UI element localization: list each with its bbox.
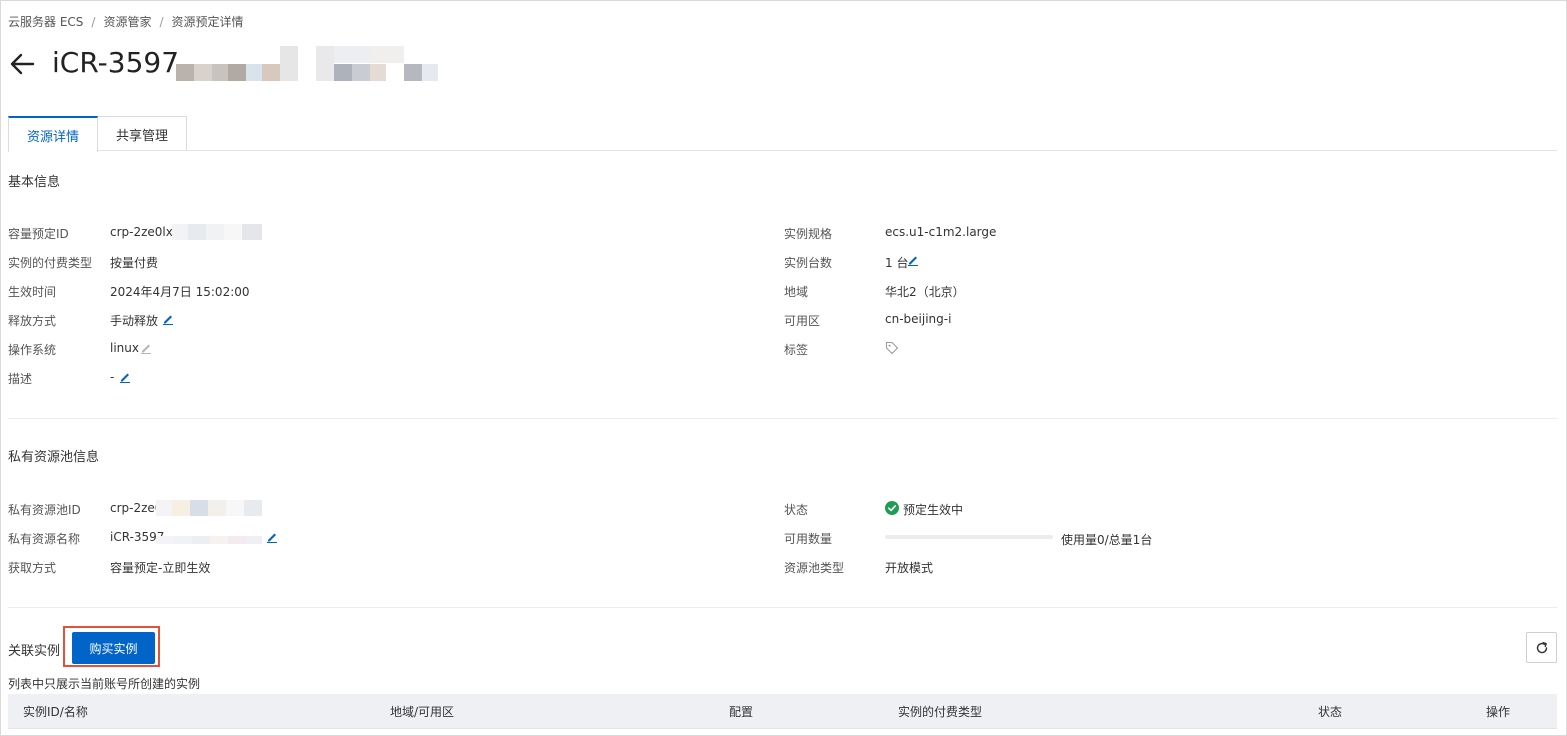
- breadcrumb-item-current: 资源预定详情: [171, 15, 244, 29]
- refresh-button[interactable]: [1526, 632, 1557, 663]
- section-title-basic-info: 基本信息: [8, 175, 61, 190]
- buy-instance-button[interactable]: 购买实例: [72, 632, 155, 664]
- tag-icon[interactable]: [885, 341, 899, 355]
- label-available-quantity: 可用数量: [784, 532, 833, 546]
- breadcrumb-separator: /: [159, 15, 164, 29]
- value-pool-type: 开放模式: [885, 561, 934, 575]
- value-operating-system: linux: [110, 341, 139, 355]
- label-effective-time: 生效时间: [8, 285, 57, 299]
- column-header-region-zone[interactable]: 地域/可用区: [390, 703, 454, 720]
- edit-release-method-icon[interactable]: [162, 313, 174, 325]
- label-instance-count: 实例台数: [784, 256, 833, 270]
- section-title-private-pool: 私有资源池信息: [8, 450, 100, 465]
- label-private-pool-name: 私有资源名称: [8, 532, 81, 546]
- refresh-icon: [1536, 641, 1547, 653]
- column-header-status[interactable]: 状态: [1318, 703, 1342, 720]
- breadcrumb: 云服务器 ECS / 资源管家 / 资源预定详情: [8, 13, 244, 30]
- tabs-divider: [8, 150, 1557, 151]
- value-zone: cn-beijing-i: [885, 312, 952, 326]
- column-header-configuration[interactable]: 配置: [729, 703, 753, 720]
- value-billing-type: 按量付费: [110, 256, 159, 270]
- label-pool-type: 资源池类型: [784, 561, 845, 575]
- value-status: 预定生效中: [903, 503, 964, 517]
- redacted-pool-name: [156, 528, 264, 546]
- edit-pool-name-icon[interactable]: [266, 531, 278, 543]
- usage-progress-bar: [885, 535, 1053, 539]
- label-operating-system: 操作系统: [8, 343, 57, 357]
- edit-os-icon-disabled: [141, 344, 151, 354]
- label-billing-type: 实例的付费类型: [8, 256, 93, 270]
- label-private-pool-id: 私有资源池ID: [8, 503, 81, 517]
- label-acquisition-method: 获取方式: [8, 561, 57, 575]
- label-instance-type: 实例规格: [784, 227, 833, 241]
- label-release-method: 释放方式: [8, 314, 57, 328]
- value-instance-type: ecs.u1-c1m2.large: [885, 225, 997, 239]
- success-check-icon: [885, 501, 899, 515]
- section-divider: [8, 607, 1557, 608]
- section-divider: [8, 418, 1557, 419]
- value-private-pool-id: crp-2ze0: [110, 501, 163, 515]
- value-release-method: 手动释放: [110, 314, 159, 328]
- back-arrow-icon[interactable]: [8, 49, 36, 79]
- tab-label: 共享管理: [115, 128, 168, 144]
- tab-label: 资源详情: [26, 129, 79, 145]
- redacted-pool-id: [156, 499, 264, 517]
- label-status: 状态: [784, 503, 809, 517]
- redacted-id: [172, 223, 264, 241]
- breadcrumb-separator: /: [91, 15, 96, 29]
- column-header-billing-type[interactable]: 实例的付费类型: [898, 703, 982, 720]
- value-region: 华北2（北京）: [885, 285, 965, 299]
- breadcrumb-item-resource-manager[interactable]: 资源管家: [103, 15, 151, 29]
- label-description: 描述: [8, 372, 33, 386]
- value-description: -: [110, 370, 115, 384]
- tab-resource-details[interactable]: 资源详情: [8, 116, 98, 152]
- redacted-title-suffix: [176, 46, 440, 82]
- value-instance-count: 1 台: [885, 256, 909, 270]
- section-title-associated-instances: 关联实例: [8, 644, 61, 659]
- label-tags: 标签: [784, 343, 809, 357]
- value-usage-text: 使用量0/总量1台: [1061, 533, 1153, 547]
- instances-list-note: 列表中只展示当前账号所创建的实例: [8, 677, 201, 691]
- edit-description-icon[interactable]: [119, 371, 131, 383]
- label-capacity-reservation-id: 容量预定ID: [8, 227, 69, 241]
- page-title: iCR-3597: [52, 46, 180, 79]
- label-zone: 可用区: [784, 314, 821, 328]
- value-effective-time: 2024年4月7日 15:02:00: [110, 285, 250, 299]
- breadcrumb-item-ecs[interactable]: 云服务器 ECS: [8, 15, 83, 29]
- label-region: 地域: [784, 285, 809, 299]
- edit-instance-count-icon[interactable]: [907, 254, 919, 266]
- value-capacity-reservation-id: crp-2ze0lxk: [110, 225, 180, 239]
- column-header-actions: 操作: [1486, 705, 1511, 719]
- value-acquisition-method: 容量预定-立即生效: [110, 561, 211, 575]
- column-header-instance-id[interactable]: 实例ID/名称: [23, 703, 88, 720]
- tab-share-management[interactable]: 共享管理: [97, 116, 187, 151]
- instances-table-header: 实例ID/名称 地域/可用区 配置 实例的付费类型 状态 操作: [8, 694, 1557, 729]
- window-frame: [0, 0, 1567, 736]
